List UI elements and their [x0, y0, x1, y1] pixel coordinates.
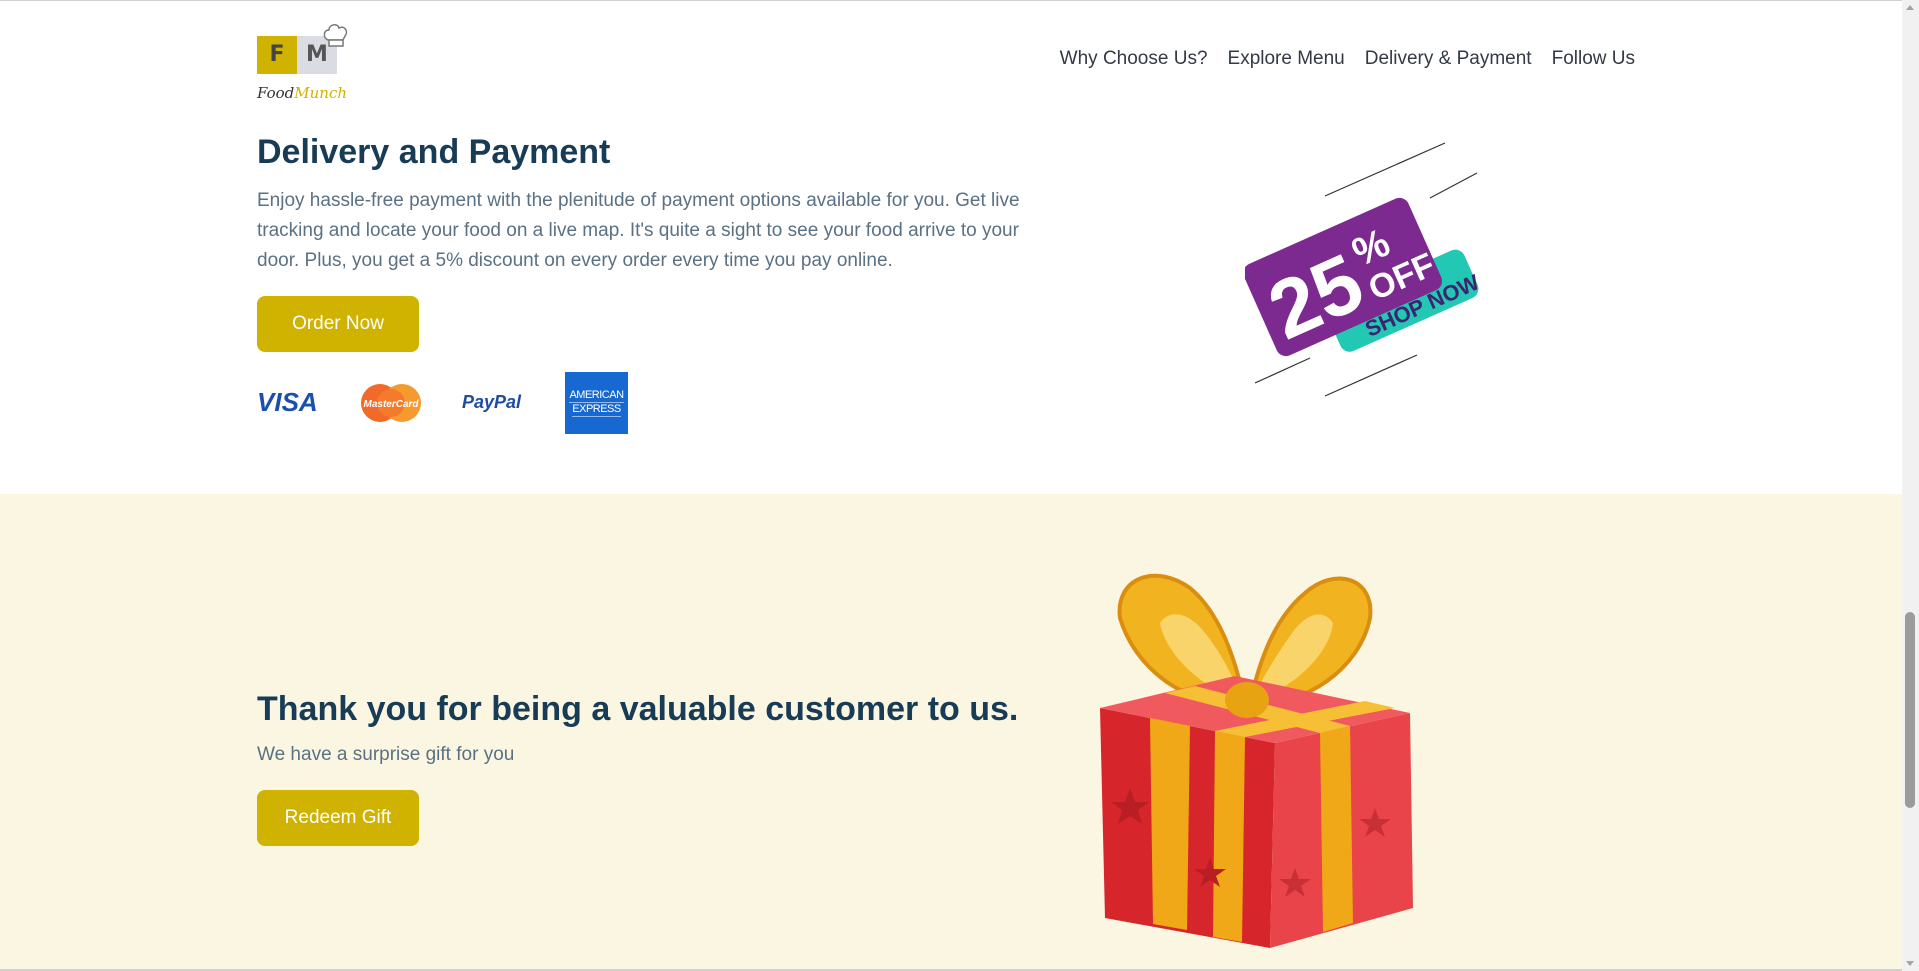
top-border: [0, 0, 1902, 1]
main-nav: Why Choose Us? Explore Menu Delivery & P…: [1060, 48, 1635, 70]
delivery-heading: Delivery and Payment: [257, 133, 611, 171]
scroll-down-icon[interactable]: [1906, 961, 1914, 966]
promo-line: [1429, 172, 1478, 199]
thanks-heading: Thank you for being a valuable customer …: [257, 690, 1019, 728]
gift-section: [0, 494, 1902, 971]
nav-delivery-payment[interactable]: Delivery & Payment: [1365, 48, 1532, 70]
logo-letter-f: F: [257, 36, 297, 74]
mastercard-label: MasterCard: [363, 399, 419, 410]
amex-line2: EXPRESS: [572, 403, 621, 417]
foodmunch-logo[interactable]: F M FoodMunch: [257, 18, 367, 108]
nav-explore-menu[interactable]: Explore Menu: [1228, 48, 1345, 70]
scroll-up-icon[interactable]: [1906, 5, 1914, 10]
delivery-description: Enjoy hassle-free payment with the pleni…: [257, 190, 1020, 271]
nav-why-choose-us[interactable]: Why Choose Us?: [1060, 48, 1208, 70]
logo-word-food: Food: [257, 84, 295, 102]
order-now-button[interactable]: Order Now: [257, 296, 419, 352]
gift-box-icon: [1100, 573, 1413, 948]
discount-banner[interactable]: 25 % OFF SHOP NOW: [1245, 138, 1485, 398]
amex-icon: AMERICAN EXPRESS: [565, 372, 628, 434]
page-scrollbar[interactable]: [1902, 0, 1919, 971]
mastercard-icon: MasterCard: [361, 384, 421, 422]
visa-icon: VISA: [257, 387, 318, 417]
redeem-gift-button[interactable]: Redeem Gift: [257, 790, 419, 846]
logo-word-munch: Munch: [294, 84, 348, 102]
nav-follow-us[interactable]: Follow Us: [1552, 48, 1635, 70]
logo-wordmark: FoodMunch: [257, 84, 347, 102]
promo-line: [1254, 357, 1311, 384]
promo-line: [1324, 142, 1446, 197]
scrollbar-thumb[interactable]: [1905, 612, 1915, 808]
chef-hat-icon: [323, 24, 348, 47]
thanks-subtitle: We have a surprise gift for you: [257, 744, 515, 765]
promo-line: [1324, 354, 1418, 397]
paypal-icon: PayPal: [462, 392, 522, 412]
amex-line1: AMERICAN: [569, 389, 624, 403]
